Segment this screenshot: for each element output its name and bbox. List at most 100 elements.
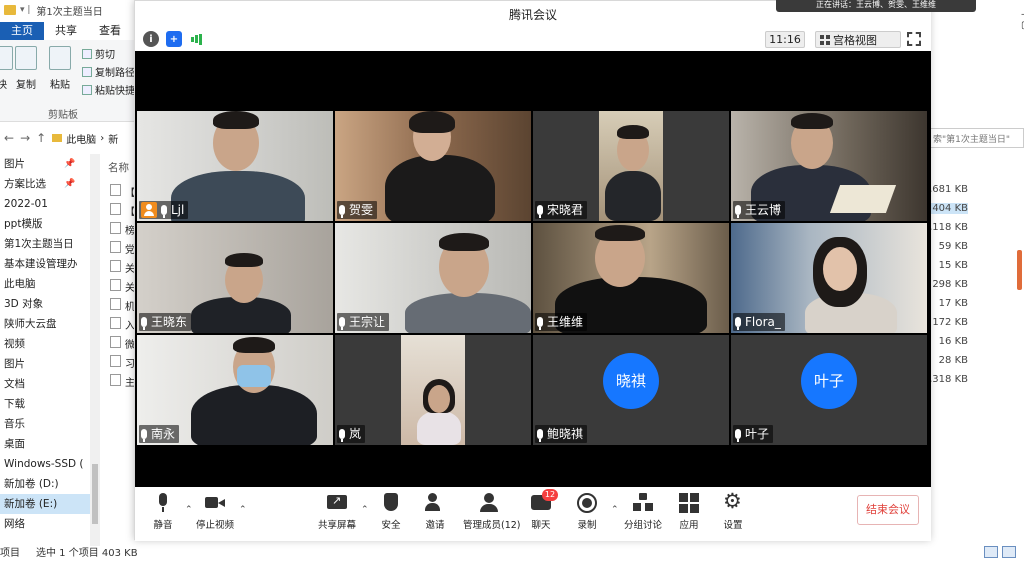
paste-shortcut-icon [82, 84, 92, 95]
nav-scrollbar[interactable] [90, 154, 100, 546]
nav-item-construction[interactable]: 基本建设管理办 [0, 254, 90, 274]
participant-name: 贺雯 [337, 201, 378, 219]
navigation-pane: 图片 📌 方案比选 📌 2022-01 ppt模版 第1次主题当日 基本建设管理办 … [0, 154, 90, 546]
video-tile[interactable]: Flora_ [731, 223, 927, 333]
nav-item-desktop[interactable]: 桌面 [0, 434, 90, 454]
copy-path-icon [82, 66, 92, 77]
book-image [829, 185, 897, 213]
view-mode-button[interactable]: 宫格视图 [815, 31, 901, 48]
video-tile[interactable]: 王晓东 [137, 223, 333, 333]
breakout-rooms-button[interactable]: 分组讨论 [617, 493, 669, 531]
video-tile[interactable]: 岚 [335, 335, 531, 445]
nav-item-windows-ssd[interactable]: Windows-SSD ( [0, 454, 90, 474]
speaking-notification: 正在讲话：王云博、贺雯、王维维 [776, 0, 976, 12]
copy-path-button[interactable]: 复制路径 [82, 64, 135, 79]
details-view-icon[interactable] [984, 546, 998, 558]
nav-item-drive-d[interactable]: 新加卷 (D:) [0, 474, 90, 494]
nav-item-documents[interactable]: 文档 [0, 374, 90, 394]
ribbon-home: 快 复制 粘贴 剪切 复制路径 粘贴快捷 剪贴板 [0, 40, 136, 122]
video-tile[interactable]: 叶子 叶子 [731, 335, 927, 445]
file-icon [110, 184, 121, 196]
security-shield-icon[interactable]: + [166, 31, 182, 47]
paste-button[interactable]: 粘贴 [46, 46, 74, 91]
video-tile[interactable]: 王宗让 [335, 223, 531, 333]
microphone-icon [537, 429, 543, 442]
chat-button[interactable]: 12 聊天 [515, 489, 567, 531]
scroll-thumb[interactable] [92, 464, 98, 524]
nav-item-2022-01[interactable]: 2022-01 [0, 194, 90, 214]
file-icon [110, 336, 121, 348]
up-button[interactable]: ↑ [36, 131, 46, 145]
fullscreen-icon[interactable] [907, 32, 921, 46]
file-icon [110, 279, 121, 291]
participant-name: 鲍晓祺 [535, 425, 588, 443]
nav-item-theme-day[interactable]: 第1次主题当日 [0, 234, 90, 254]
video-tile[interactable]: Ljl [137, 111, 333, 221]
video-grid: Ljl 贺雯 宋晓君 王云博 王晓东 王宗让 王维维 Flora_ 南永 岚 晓… [135, 51, 931, 487]
share-screen-button[interactable]: 共享屏幕 [311, 493, 363, 531]
address-bar: ← → ↑ 此电脑 › 新 [0, 124, 136, 152]
nav-item-videos[interactable]: 视频 [0, 334, 90, 354]
status-selection: 选中 1 个项目 403 KB [36, 548, 138, 559]
unread-badge: 12 [542, 489, 558, 501]
file-list-scrollbar[interactable] [1015, 154, 1024, 546]
tab-share[interactable]: 共享 [44, 22, 88, 40]
tiles-view-icon[interactable] [1002, 546, 1016, 558]
copy-button[interactable]: 复制 [12, 46, 40, 91]
nav-item-drive-e[interactable]: 新加卷 (E:) [0, 494, 90, 514]
nav-item-this-pc[interactable]: 此电脑 [0, 274, 90, 294]
nav-item-network[interactable]: 网络 [0, 514, 90, 534]
file-icon [110, 374, 121, 386]
record-button[interactable]: 录制 [561, 493, 613, 531]
microphone-icon [735, 317, 741, 330]
video-tile[interactable]: 贺雯 [335, 111, 531, 221]
chevron-up-icon[interactable]: ⌃ [239, 505, 247, 515]
mute-button[interactable]: 静音 [137, 493, 189, 531]
paste-shortcut-button[interactable]: 粘贴快捷 [82, 82, 135, 97]
search-input[interactable]: 索"第1次主题当日" [930, 128, 1024, 148]
video-tile[interactable]: 南永 [137, 335, 333, 445]
microphone-icon [537, 205, 543, 218]
add-user-icon [425, 493, 445, 513]
nav-item-music[interactable]: 音乐 [0, 414, 90, 434]
video-tile[interactable]: 王云博 [731, 111, 927, 221]
video-tile[interactable]: 宋晓君 [533, 111, 729, 221]
face-mask-image [237, 365, 271, 387]
invite-button[interactable]: 邀请 [409, 493, 461, 531]
signal-icon[interactable] [189, 31, 205, 47]
status-bar: 项目 选中 1 个项目 403 KB [0, 546, 1024, 562]
end-meeting-button[interactable]: 结束会议 [857, 495, 919, 525]
forward-button[interactable]: → [20, 131, 30, 145]
manage-members-button[interactable]: 管理成员(12) [463, 493, 521, 531]
video-tile[interactable]: 晓祺 鲍晓祺 [533, 335, 729, 445]
nav-item-3d[interactable]: 3D 对象 [0, 294, 90, 314]
record-icon [577, 493, 597, 513]
tab-home[interactable]: 主页 [0, 22, 44, 40]
column-header-name[interactable]: 名称 [108, 160, 129, 175]
file-icon [110, 260, 121, 272]
nav-item-ppt[interactable]: ppt模版 [0, 214, 90, 234]
scroll-thumb[interactable] [1017, 250, 1022, 290]
view-switcher [984, 546, 1020, 560]
quick-access-dropdown-icon[interactable]: ▾ | [20, 5, 30, 15]
meeting-toolbar: i + 11:16 宫格视图 [135, 29, 931, 51]
participant-name: 叶子 [733, 425, 774, 443]
nav-item-pictures-2[interactable]: 图片 [0, 354, 90, 374]
avatar: 晓祺 [603, 353, 659, 409]
cut-button[interactable]: 剪切 [82, 46, 115, 61]
users-icon [479, 493, 499, 513]
nav-item-scheme[interactable]: 方案比选 📌 [0, 174, 90, 194]
video-tile[interactable]: 王维维 [533, 223, 729, 333]
nav-item-cloud[interactable]: 陕师大云盘 [0, 314, 90, 334]
gear-icon [723, 489, 743, 513]
pin-icon: 📌 [64, 179, 76, 189]
back-button[interactable]: ← [4, 131, 14, 145]
participant-name: 南永 [139, 425, 180, 443]
nav-item-pictures[interactable]: 图片 📌 [0, 154, 90, 174]
tab-view[interactable]: 查看 [88, 22, 132, 40]
stop-video-button[interactable]: 停止视频 [189, 493, 241, 531]
settings-button[interactable]: 设置 [707, 489, 759, 531]
nav-item-downloads[interactable]: 下载 [0, 394, 90, 414]
breadcrumb[interactable]: 此电脑 › 新 [52, 131, 118, 146]
info-icon[interactable]: i [143, 31, 159, 47]
